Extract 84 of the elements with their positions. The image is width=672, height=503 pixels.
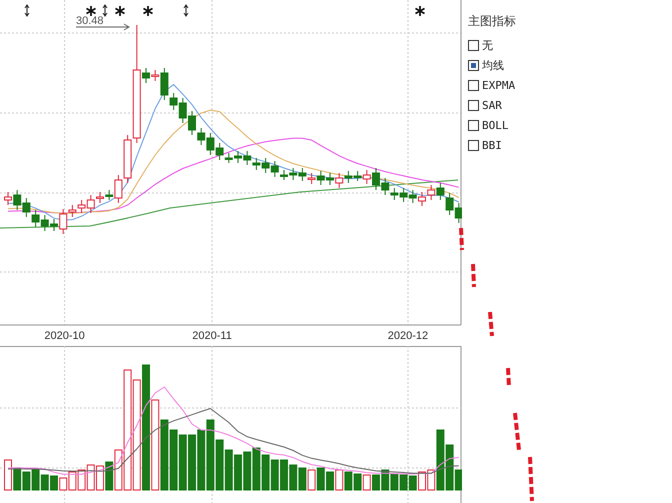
volume-bar (335, 470, 344, 490)
volume-bar (206, 420, 214, 490)
candlestick (22, 198, 30, 218)
volume-bar (362, 474, 371, 490)
volume-bar (105, 462, 114, 490)
indicator-option[interactable]: SAR (468, 95, 516, 115)
volume-bar (390, 474, 398, 490)
volume-bar (354, 474, 362, 490)
checkbox[interactable] (468, 60, 479, 70)
candlestick (289, 168, 298, 180)
checkbox[interactable] (468, 120, 479, 130)
volume-bar (262, 454, 270, 490)
volume-bar (408, 476, 417, 490)
axis-label: 2020-12 (388, 330, 428, 342)
checkbox[interactable] (468, 100, 479, 110)
option-label: BOLL (482, 118, 508, 132)
volume-bar (13, 468, 22, 490)
candlestick (308, 172, 316, 184)
candlestick (197, 128, 206, 146)
axis-label: 2020-10 (44, 330, 85, 342)
volume-bar (86, 464, 95, 490)
volume-bar (270, 460, 279, 490)
asterisk-icon (142, 5, 154, 17)
volume-bar (197, 430, 206, 490)
candlestick (446, 192, 454, 216)
price-label: 30.48 (76, 15, 104, 27)
option-label: 无 (482, 38, 493, 52)
candlestick (316, 170, 325, 186)
volume-bar (32, 470, 40, 490)
candlestick (243, 150, 252, 166)
candlestick (408, 190, 417, 204)
candlestick (354, 170, 362, 182)
volume-bar (298, 468, 306, 490)
panel-title: 主图指标 (468, 13, 516, 30)
candlestick (252, 158, 260, 170)
indicator-option[interactable]: EXPMA (468, 75, 516, 95)
volume-bar (344, 472, 352, 490)
volume-bar (170, 430, 178, 490)
checkbox[interactable] (468, 40, 479, 50)
candlestick (32, 210, 40, 228)
candlestick (78, 200, 86, 214)
volume-bar (289, 464, 298, 490)
candlestick (298, 168, 306, 182)
volume-bar (40, 474, 49, 490)
double-arrow-icon (184, 4, 188, 17)
candlestick (427, 184, 436, 200)
candlestick (344, 170, 352, 184)
indicator-option[interactable]: BBI (468, 135, 516, 155)
asterisk-icon (414, 5, 426, 17)
option-label: BBI (482, 138, 502, 152)
volume-bar (178, 434, 187, 490)
volume-bar (400, 474, 408, 490)
option-label: SAR (482, 98, 502, 112)
double-arrow-icon (102, 4, 108, 17)
indicator-option[interactable]: BOLL (468, 115, 516, 135)
asterisk-icon (114, 5, 126, 17)
candlestick (206, 132, 214, 156)
volume-bar (308, 470, 316, 490)
asterisk-icon (86, 5, 96, 17)
volume-bar (22, 472, 30, 490)
volume-bar (243, 452, 252, 490)
volume-bar (160, 420, 168, 490)
axis-label: 2020-11 (192, 330, 232, 342)
volume-bar (252, 448, 260, 490)
option-label: EXPMA (482, 78, 516, 92)
volume-bar (316, 468, 325, 490)
candlestick (436, 182, 444, 200)
volume-bar (78, 470, 86, 490)
candlestick (40, 214, 49, 232)
volume-bar (224, 450, 233, 490)
volume-bar (216, 440, 224, 490)
checkbox[interactable] (468, 80, 479, 90)
option-label: 均线 (482, 58, 504, 72)
candlestick (381, 178, 390, 196)
candlestick (335, 172, 344, 188)
candlestick (262, 158, 270, 174)
indicator-option[interactable]: 无 (468, 35, 516, 55)
double-arrow-icon (24, 4, 30, 17)
volume-bar (381, 470, 390, 490)
checkbox[interactable] (468, 140, 479, 150)
candlestick (390, 188, 398, 200)
leader-line (76, 24, 130, 30)
indicator-option[interactable]: 均线 (468, 55, 516, 75)
candlestick (400, 188, 408, 202)
